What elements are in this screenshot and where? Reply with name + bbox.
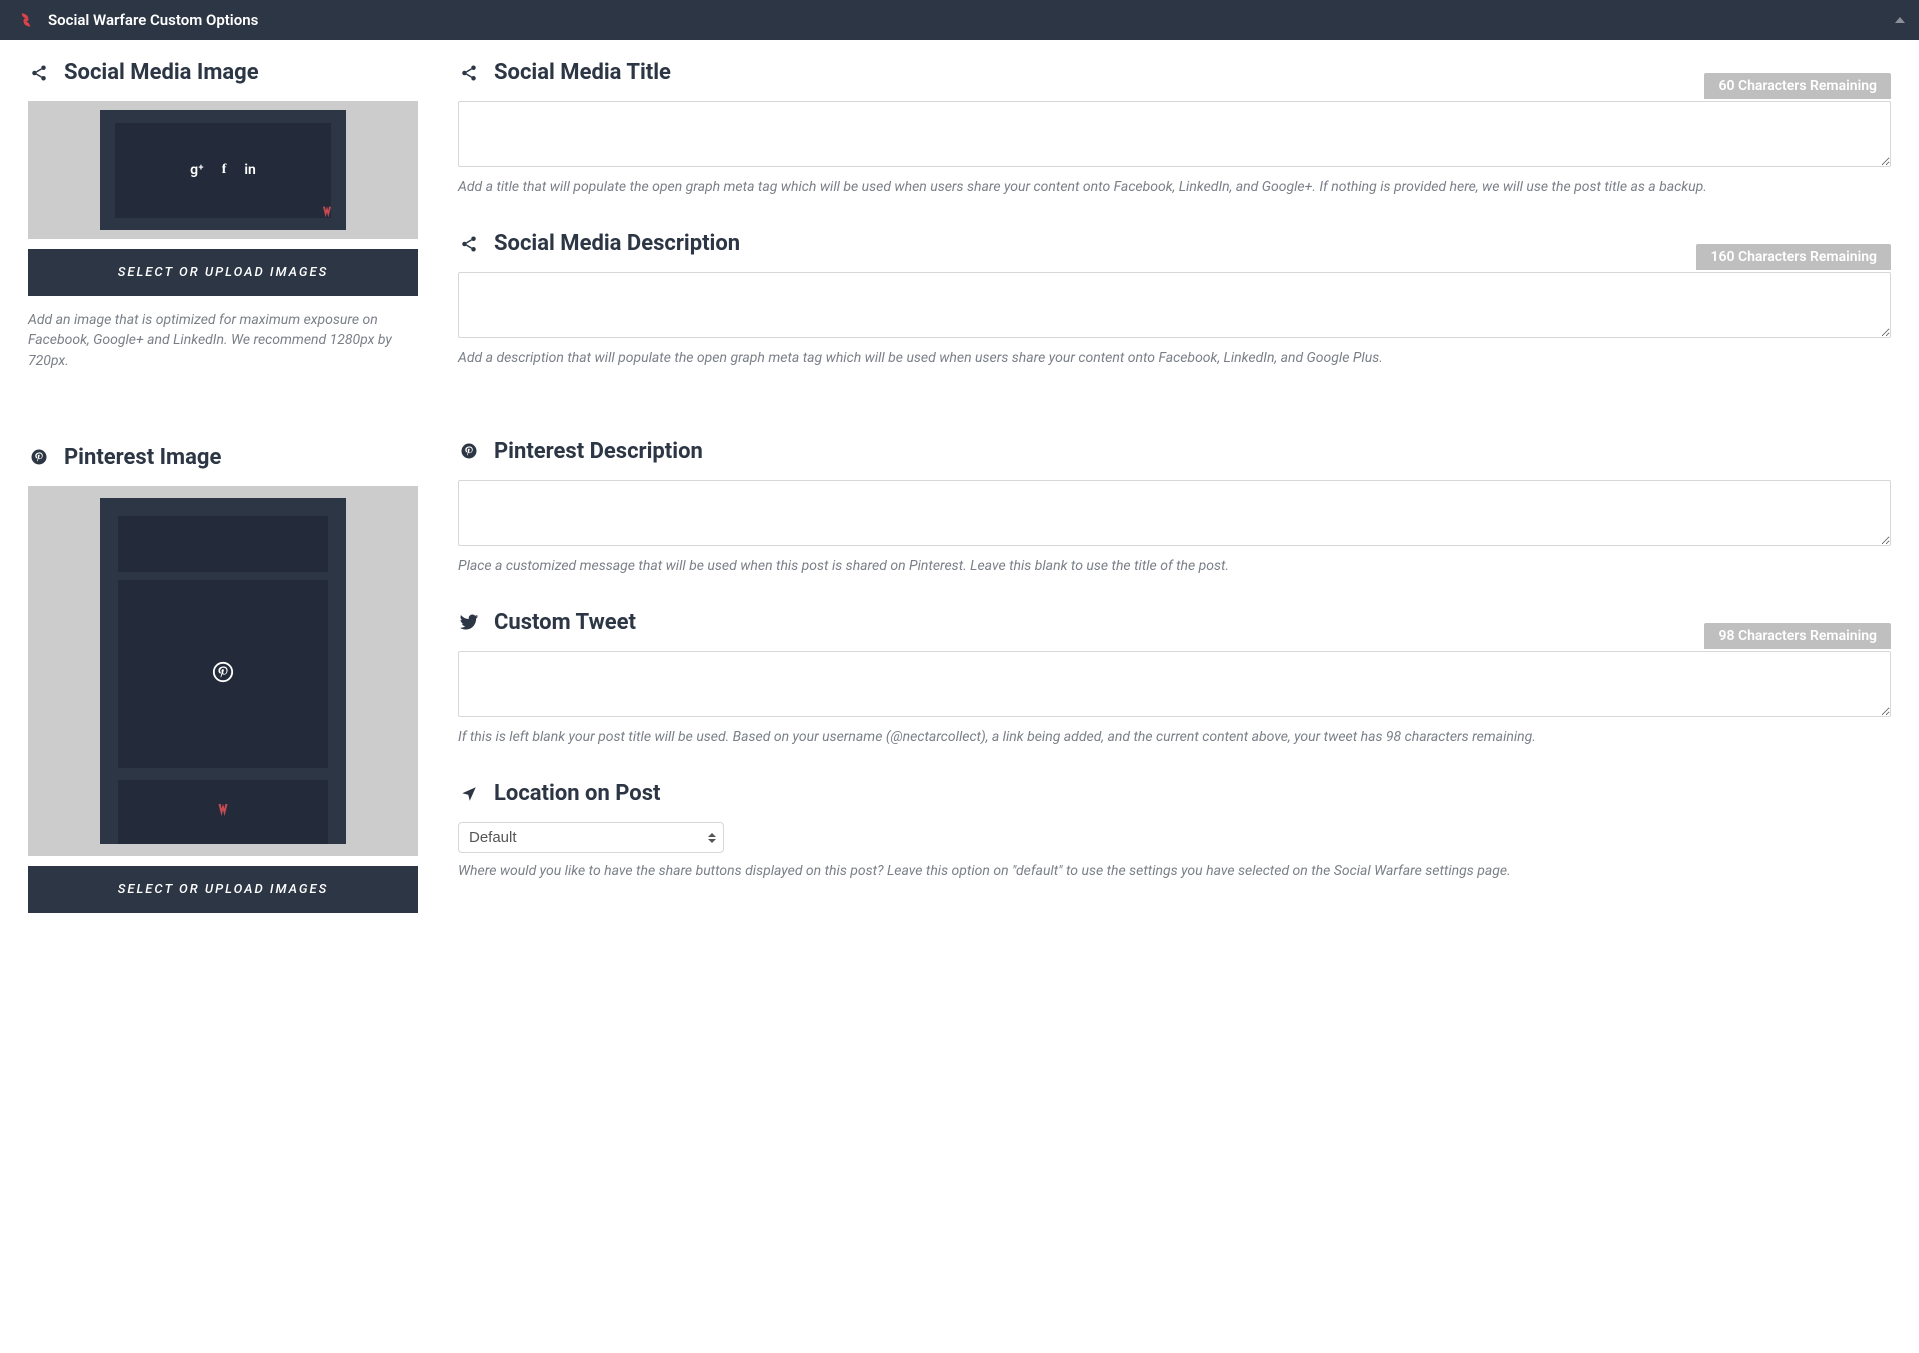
section-pinterest-image: Pinterest Image SE [28, 445, 418, 927]
social-title-helper: Add a title that will populate the open … [458, 177, 1891, 197]
location-arrow-icon [458, 785, 480, 803]
pinterest-description-helper: Place a customized message that will be … [458, 556, 1891, 576]
panel-header: Social Warfare Custom Options [0, 0, 1919, 40]
custom-tweet-helper: If this is left blank your post title wi… [458, 727, 1891, 747]
heading-text: Custom Tweet [494, 610, 636, 635]
pinterest-description-input[interactable] [458, 480, 1891, 546]
pinterest-icon [458, 442, 480, 460]
social-title-input[interactable] [458, 101, 1891, 167]
social-description-helper: Add a description that will populate the… [458, 348, 1891, 368]
heading-text: Social Media Title [494, 60, 671, 85]
watermark-icon [212, 801, 234, 823]
pinterest-glyph-icon [212, 661, 234, 687]
pinterest-image-preview [28, 486, 418, 856]
section-pinterest-description: Pinterest Description Place a customized… [458, 439, 1891, 576]
panel-title: Social Warfare Custom Options [48, 11, 258, 29]
heading-custom-tweet: Custom Tweet [458, 610, 1891, 635]
right-column: Social Media Title 60 Characters Remaini… [458, 60, 1891, 961]
char-remaining-badge: 160 Characters Remaining [1696, 244, 1891, 270]
heading-text: Location on Post [494, 781, 660, 806]
googleplus-icon: g⁺ [190, 162, 204, 178]
social-warfare-logo-icon [16, 10, 36, 30]
char-remaining-badge: 98 Characters Remaining [1704, 623, 1891, 649]
share-icon [458, 64, 480, 82]
social-image-card: g⁺ f in [100, 110, 346, 230]
section-custom-tweet: Custom Tweet 98 Characters Remaining If … [458, 610, 1891, 747]
share-icon [458, 235, 480, 253]
section-social-media-title: Social Media Title 60 Characters Remaini… [458, 60, 1891, 197]
facebook-icon: f [222, 162, 227, 178]
pinterest-image-upload-button[interactable]: SELECT OR UPLOAD IMAGES [28, 866, 418, 913]
heading-social-media-description: Social Media Description [458, 231, 1891, 256]
share-icon [28, 64, 50, 82]
social-image-preview: g⁺ f in [28, 101, 418, 239]
heading-text: Social Media Description [494, 231, 740, 256]
heading-text: Social Media Image [64, 60, 259, 85]
left-column: Social Media Image g⁺ f in SELECT OR UPL… [28, 60, 418, 961]
heading-pinterest-image: Pinterest Image [28, 445, 418, 470]
twitter-icon [458, 612, 480, 632]
social-image-helper: Add an image that is optimized for maxim… [28, 310, 418, 371]
heading-text: Pinterest Description [494, 439, 703, 464]
watermark-icon [318, 204, 336, 224]
section-social-media-description: Social Media Description 160 Characters … [458, 231, 1891, 368]
social-description-input[interactable] [458, 272, 1891, 338]
panel-content: Social Media Image g⁺ f in SELECT OR UPL… [0, 40, 1919, 981]
collapse-toggle-icon[interactable] [1895, 17, 1905, 23]
section-social-media-image: Social Media Image g⁺ f in SELECT OR UPL… [28, 60, 418, 371]
social-image-upload-button[interactable]: SELECT OR UPLOAD IMAGES [28, 249, 418, 296]
pinterest-image-card [100, 498, 346, 844]
heading-text: Pinterest Image [64, 445, 221, 470]
location-select[interactable]: Default [458, 822, 724, 853]
heading-pinterest-description: Pinterest Description [458, 439, 1891, 464]
heading-social-media-title: Social Media Title [458, 60, 1891, 85]
location-helper: Where would you like to have the share b… [458, 861, 1891, 881]
linkedin-icon: in [244, 162, 255, 178]
custom-tweet-input[interactable] [458, 651, 1891, 717]
heading-social-media-image: Social Media Image [28, 60, 418, 85]
pinterest-icon [28, 448, 50, 466]
section-location-on-post: Location on Post Default Where would you… [458, 781, 1891, 881]
heading-location-on-post: Location on Post [458, 781, 1891, 806]
char-remaining-badge: 60 Characters Remaining [1704, 73, 1891, 99]
